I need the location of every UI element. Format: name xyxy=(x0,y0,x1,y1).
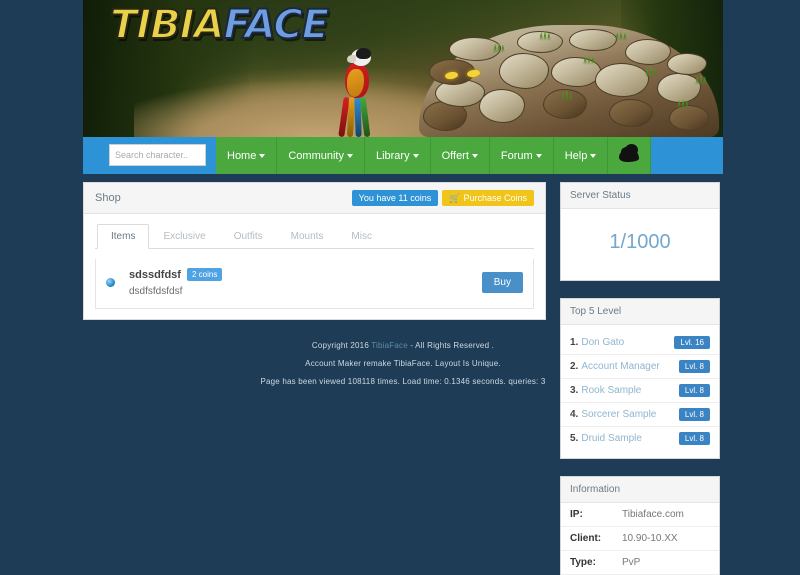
nav-item-home[interactable]: Home xyxy=(216,137,278,174)
nav-item-label: Help xyxy=(564,149,588,162)
chevron-down-icon xyxy=(590,153,597,158)
top-level-name[interactable]: Sorcerer Sample xyxy=(581,409,656,420)
tab-items[interactable]: Items xyxy=(97,224,150,249)
server-status-panel: Server Status 1/1000 xyxy=(560,182,720,281)
information-value: Tibiaface.com xyxy=(613,503,719,527)
footer-stats: Page has been viewed 108118 times. Load … xyxy=(260,377,546,386)
footer-copyright-suffix: - All Rights Reserved . xyxy=(407,341,495,350)
top-level-name[interactable]: Druid Sample xyxy=(581,433,642,444)
nav-item-label: Home xyxy=(227,149,257,162)
chevron-down-icon xyxy=(535,153,542,158)
logo-text-primary: TIBIA xyxy=(109,2,225,48)
server-status-count: 1/1000 xyxy=(609,231,671,253)
information-row: IP: Tibiaface.com xyxy=(561,503,719,527)
tab-misc[interactable]: Misc xyxy=(337,224,386,249)
top-level-title: Top 5 Level xyxy=(561,299,719,325)
shop-header-actions: You have 11 coins 🛒 Purchase Coins xyxy=(351,190,534,206)
nav-item-community[interactable]: Community xyxy=(277,137,365,174)
nav-item-label: Community xyxy=(288,149,344,162)
top-level-row[interactable]: 4. Sorcerer Sample Lvl. 8 xyxy=(561,403,719,427)
buy-button[interactable]: Buy xyxy=(481,272,523,293)
shop-tabs: Items Exclusive Outfits Mounts Misc xyxy=(95,224,534,249)
nav-menu: Home Community Library Offert Forum Help xyxy=(216,137,652,174)
footer-credits: Account Maker remake TibiaFace. Layout I… xyxy=(305,359,501,368)
top-level-badge: Lvl. 8 xyxy=(678,432,710,445)
chevron-down-icon xyxy=(471,153,478,158)
footer-copyright: Copyright 2016 TibiaFace - All Rights Re… xyxy=(83,341,723,350)
purchase-coins-label: Purchase Coins xyxy=(463,193,527,203)
tab-mounts[interactable]: Mounts xyxy=(277,224,338,249)
nav-item-label: Offert xyxy=(441,149,469,162)
black-blob-icon xyxy=(619,144,640,162)
shop-panel-header: Shop You have 11 coins 🛒 Purchase Coins xyxy=(84,183,545,214)
main-navbar: Search character.. Home Community Librar… xyxy=(83,137,723,174)
site-logo[interactable]: TIBIAFACE xyxy=(109,2,331,48)
server-status-title: Server Status xyxy=(561,183,719,209)
chevron-down-icon xyxy=(346,153,353,158)
information-table: IP: Tibiaface.com Client: 10.90-10.XX Ty… xyxy=(561,503,719,575)
footer-copyright-prefix: Copyright 2016 xyxy=(311,341,372,350)
chevron-down-icon xyxy=(412,153,419,158)
information-key: Type: xyxy=(561,550,613,575)
information-key: Client: xyxy=(561,526,613,551)
information-title: Information xyxy=(561,477,719,503)
shop-item-info: sdssdfdsf 2 coins dsdfsfdsfdsf xyxy=(129,268,482,297)
shop-item-row: sdssdfdsf 2 coins dsdfsfdsfdsf Buy xyxy=(96,259,533,308)
information-value: 10.90-10.XX xyxy=(613,526,719,551)
shop-item-description: dsdfsfdsfdsf xyxy=(129,286,183,297)
page-footer: Copyright 2016 TibiaFace - All Rights Re… xyxy=(83,341,723,395)
parrot-illustration xyxy=(335,48,379,137)
shop-item-title-row: sdssdfdsf 2 coins xyxy=(129,268,482,281)
search-input[interactable]: Search character.. xyxy=(109,144,206,166)
information-panel: Information IP: Tibiaface.com Client: 10… xyxy=(560,476,720,575)
purchase-coins-button[interactable]: 🛒 Purchase Coins xyxy=(442,190,534,206)
logo-text-secondary: FACE xyxy=(223,2,331,48)
shop-panel-body: Items Exclusive Outfits Mounts Misc sdss… xyxy=(84,214,545,319)
top-level-player: 5. Druid Sample xyxy=(570,433,642,444)
top-level-rank: 4. xyxy=(570,409,579,420)
information-key: IP: xyxy=(561,503,613,527)
item-sprite-icon xyxy=(106,278,115,287)
shop-title: Shop xyxy=(95,192,121,204)
nav-item-blob[interactable] xyxy=(608,137,652,174)
information-row: Type: PvP xyxy=(561,550,719,575)
site-banner: TIBIAFACE xyxy=(83,0,723,137)
top-level-row[interactable]: 5. Druid Sample Lvl. 8 xyxy=(561,427,719,450)
top-level-rank: 5. xyxy=(570,433,579,444)
nav-item-forum[interactable]: Forum xyxy=(489,137,554,174)
tab-exclusive[interactable]: Exclusive xyxy=(149,224,219,249)
rock-golem-illustration xyxy=(419,17,719,137)
top-level-badge: Lvl. 8 xyxy=(678,408,710,421)
chevron-down-icon xyxy=(259,153,266,158)
shop-item-list: sdssdfdsf 2 coins dsdfsfdsfdsf Buy xyxy=(95,259,534,309)
tab-outfits[interactable]: Outfits xyxy=(220,224,277,249)
shop-panel: Shop You have 11 coins 🛒 Purchase Coins … xyxy=(83,182,546,320)
nav-item-help[interactable]: Help xyxy=(553,137,609,174)
coins-balance-badge: You have 11 coins xyxy=(351,190,439,206)
footer-brand-link[interactable]: TibiaFace xyxy=(371,341,408,350)
nav-item-offert[interactable]: Offert xyxy=(430,137,490,174)
shop-item-price-badge: 2 coins xyxy=(186,268,223,281)
shopping-cart-icon: 🛒 xyxy=(449,192,461,203)
information-row: Client: 10.90-10.XX xyxy=(561,526,719,551)
page-root: TIBIAFACE Search character.. Home Commun… xyxy=(0,0,800,575)
information-value: PvP xyxy=(613,550,719,575)
top-level-player: 4. Sorcerer Sample xyxy=(570,409,656,420)
nav-item-label: Library xyxy=(375,149,410,162)
nav-item-label: Forum xyxy=(500,149,533,162)
nav-item-library[interactable]: Library xyxy=(364,137,431,174)
shop-item-name: sdssdfdsf xyxy=(129,268,181,281)
